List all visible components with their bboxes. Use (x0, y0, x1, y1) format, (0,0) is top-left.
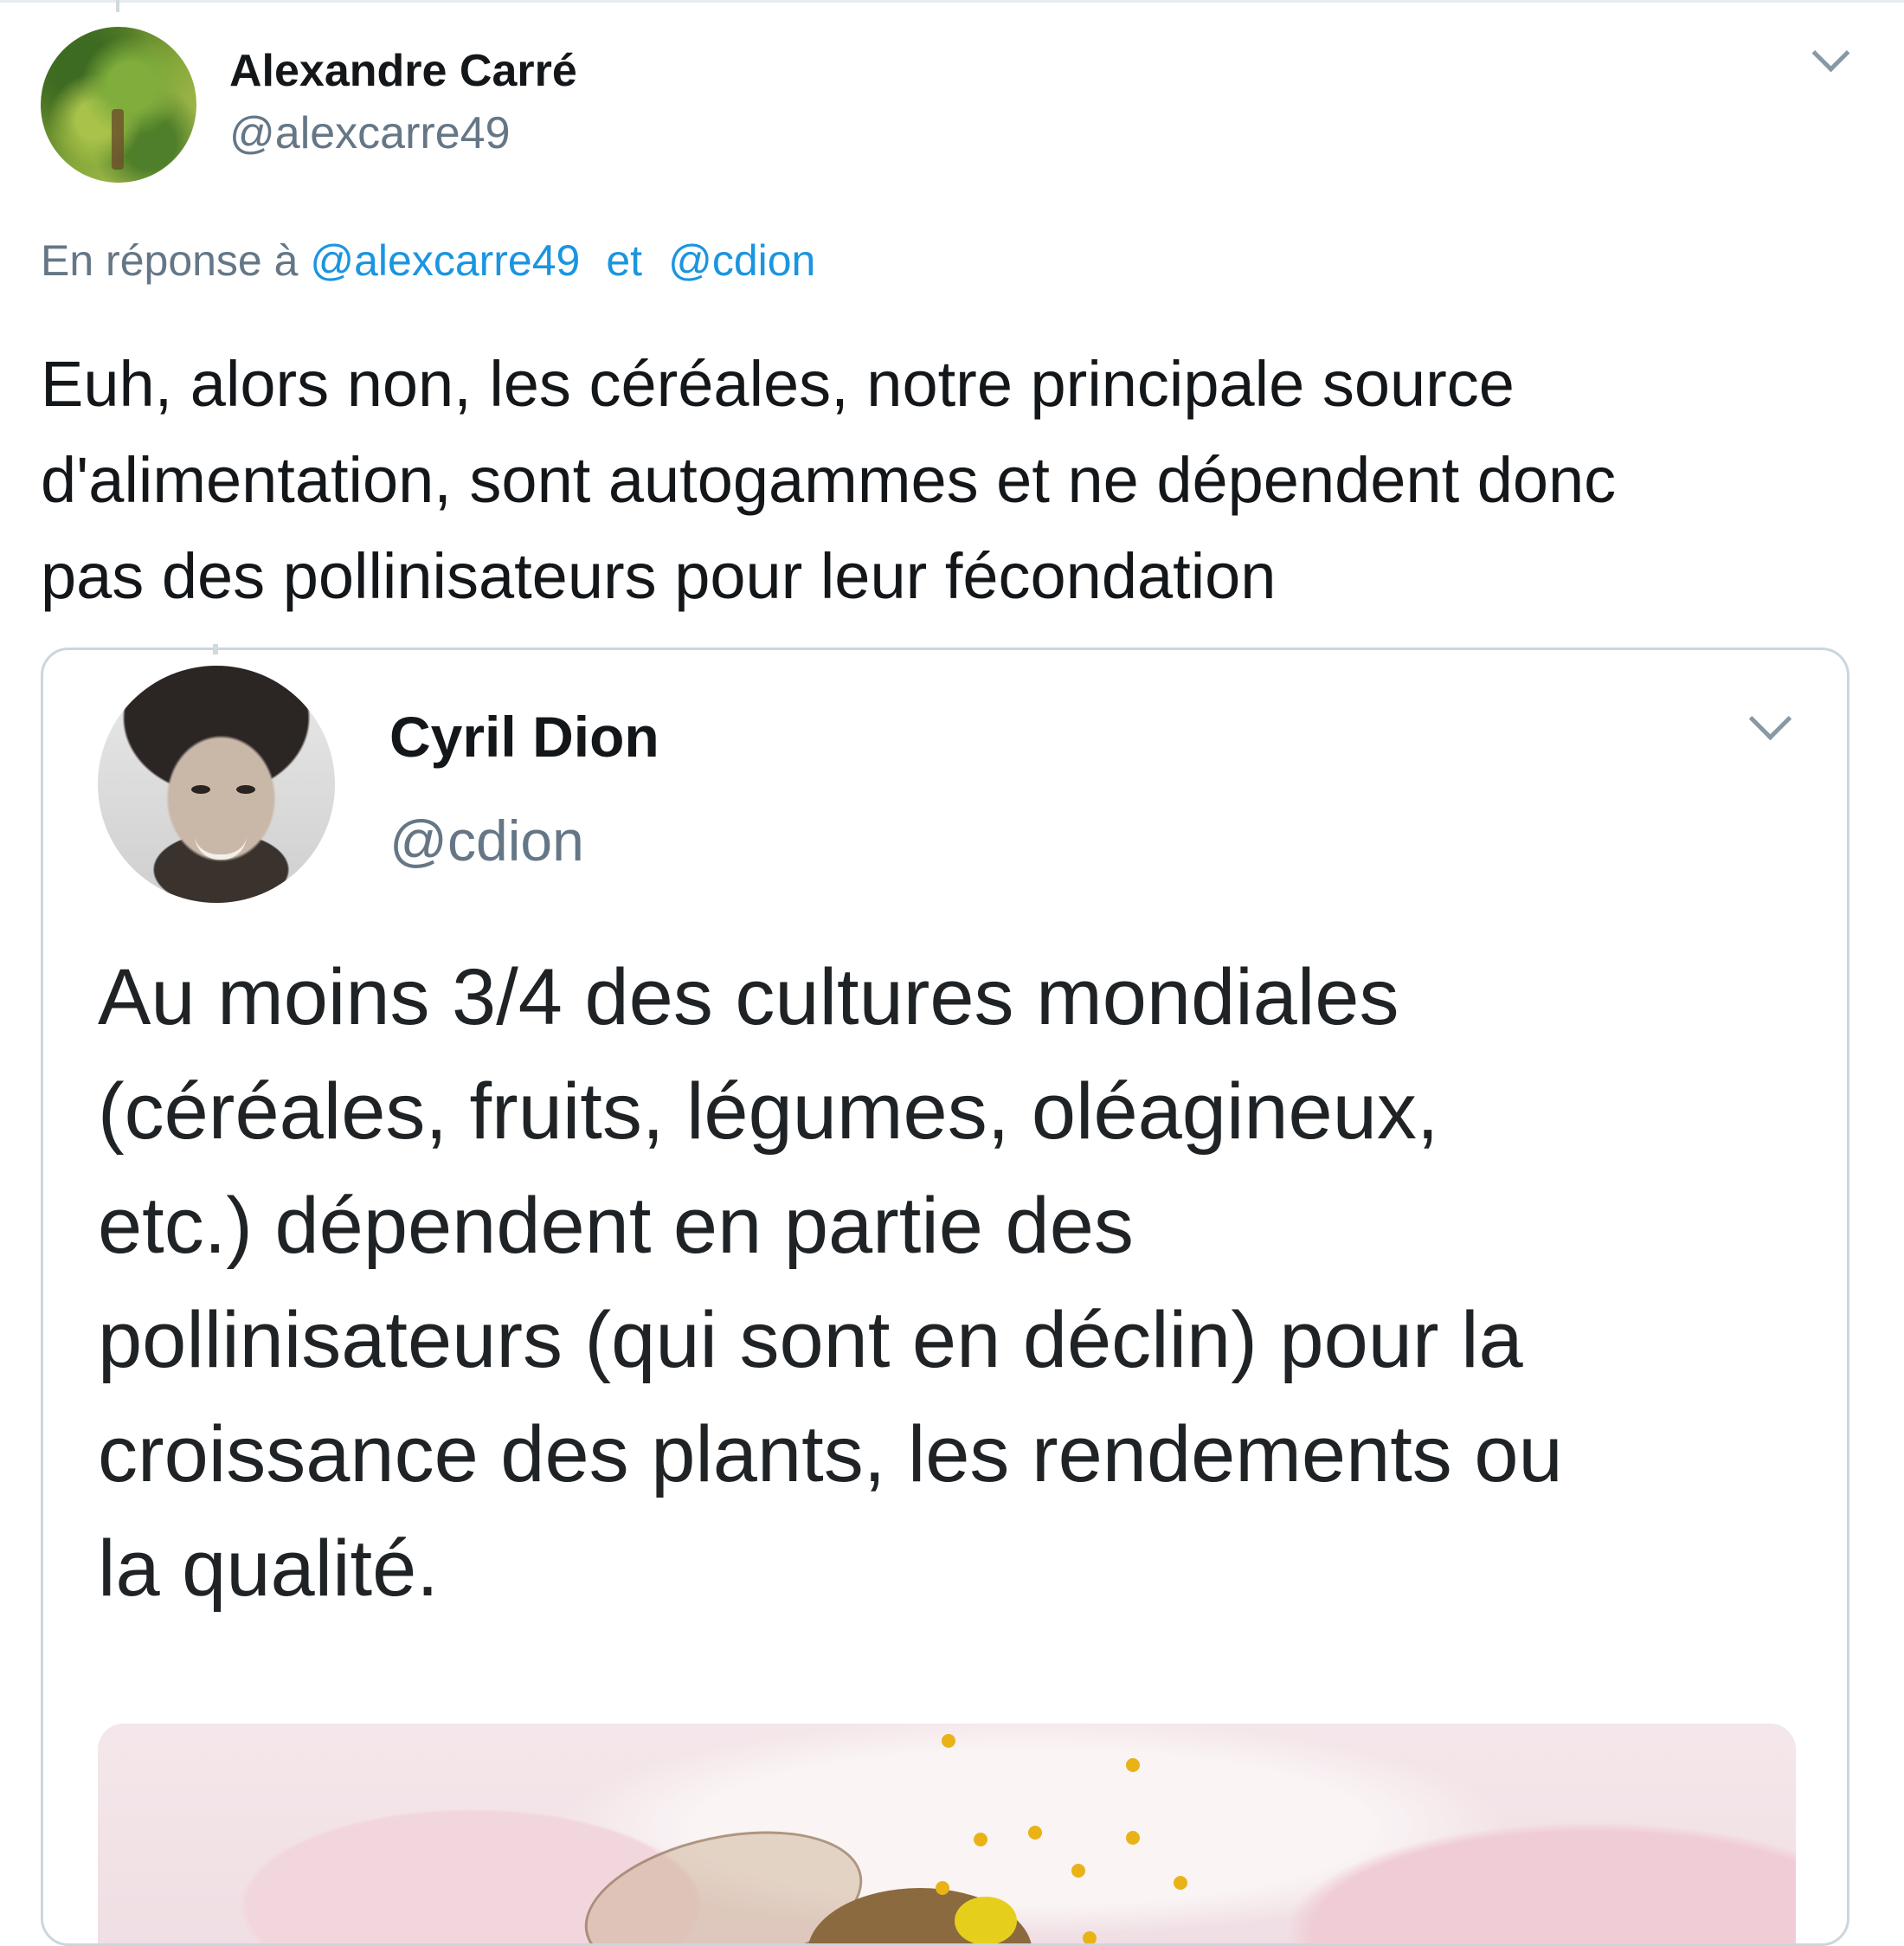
reply-mention-alexcarre49[interactable]: @alexcarre49 (310, 236, 580, 285)
flower-stamen (936, 1881, 949, 1895)
flower-stamen (1028, 1826, 1042, 1840)
avatar-eye (236, 785, 255, 794)
avatar-smile (195, 835, 247, 860)
flower-stamen (1126, 1758, 1140, 1772)
quoted-text-line: (céréales, fruits, légumes, oléagineux, (98, 1067, 1439, 1156)
top-divider (0, 0, 1904, 3)
flower-stamen (1071, 1864, 1085, 1878)
quoted-text-line: la qualité. (98, 1524, 439, 1613)
quoted-text-line: Au moins 3/4 des cultures mondiales (98, 953, 1399, 1041)
quoted-text-line: croissance des plants, les rendements ou (98, 1410, 1563, 1498)
reply-mention-cdion[interactable]: @cdion (668, 236, 815, 285)
quoted-author-name[interactable]: Cyril Dion (389, 704, 659, 770)
tweet-text: Euh, alors non, les céréales, notre prin… (41, 336, 1875, 624)
flower-stamen (1083, 1931, 1097, 1943)
tweet-text-line: pas des pollinisateurs pour leur féconda… (41, 540, 1277, 612)
chevron-down-icon[interactable] (1748, 697, 1792, 741)
quoted-media-image[interactable] (98, 1724, 1796, 1943)
tweet-text-line: d'alimentation, sont autogammes et ne dé… (41, 444, 1617, 516)
avatar-eye (191, 785, 210, 794)
flower-stamen (942, 1734, 955, 1748)
chevron-down-icon[interactable] (1811, 34, 1850, 73)
author-handle[interactable]: @alexcarre49 (229, 107, 511, 159)
reply-prefix: En réponse à (41, 236, 299, 285)
reply-context: En réponse à @alexcarre49 et @cdion (41, 235, 815, 286)
flower-stamen (1174, 1876, 1187, 1890)
reply-conjunction: et (606, 236, 643, 285)
flower-stamen (1126, 1831, 1140, 1845)
tweet-text-line: Euh, alors non, les céréales, notre prin… (41, 348, 1515, 420)
quoted-tweet-card[interactable]: Cyril Dion @cdion Au moins 3/4 des cultu… (41, 648, 1849, 1946)
quoted-author-handle[interactable]: @cdion (389, 808, 584, 873)
quoted-text-line: etc.) dépendent en partie des (98, 1182, 1134, 1270)
author-name[interactable]: Alexandre Carré (229, 45, 577, 97)
flower-pollen (955, 1897, 1017, 1943)
flower-stamen (974, 1833, 987, 1846)
quoted-author-avatar[interactable] (98, 666, 335, 903)
thread-connector (116, 0, 119, 12)
quoted-tweet-text: Au moins 3/4 des cultures mondiales (cér… (98, 940, 1820, 1626)
author-avatar[interactable] (41, 27, 196, 183)
thread-connector (213, 644, 218, 654)
quoted-text-line: pollinisateurs (qui sont en déclin) pour… (98, 1296, 1523, 1384)
